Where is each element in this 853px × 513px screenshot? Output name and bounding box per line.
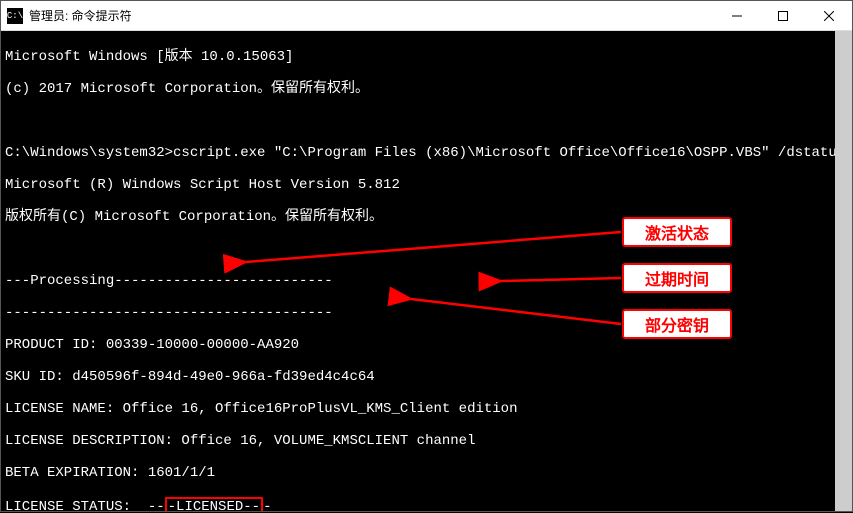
callout-activation-status: 激活状态 [622,217,732,247]
cmd-icon: C:\ [7,8,23,24]
output-line: (c) 2017 Microsoft Corporation。保留所有权利。 [5,81,848,97]
output-line: Microsoft (R) Windows Script Host Versio… [5,177,848,193]
scrollbar-thumb[interactable] [835,31,852,511]
license-status-label: LICENSE STATUS: -- [5,499,165,511]
cmd-window: C:\ 管理员: 命令提示符 Microsoft Windows [版本 10.… [0,0,853,512]
output-line: SKU ID: d450596f-894d-49e0-966a-fd39ed4c… [5,369,848,385]
minimize-button[interactable] [714,1,760,30]
output-line: Microsoft Windows [版本 10.0.15063] [5,49,848,65]
output-line: LICENSE NAME: Office 16, Office16ProPlus… [5,401,848,417]
output-line: LICENSE STATUS: ---LICENSED--- [5,497,848,511]
license-status-value: -LICENSED-- [165,497,263,511]
output-line: C:\Windows\system32>cscript.exe "C:\Prog… [5,145,848,161]
output-line [5,113,848,129]
vertical-scrollbar[interactable] [835,31,852,511]
maximize-button[interactable] [760,1,806,30]
output-line: LICENSE DESCRIPTION: Office 16, VOLUME_K… [5,433,848,449]
window-title: 管理员: 命令提示符 [29,7,714,24]
callout-expiry-time: 过期时间 [622,263,732,293]
window-buttons [714,1,852,30]
output-line: PRODUCT ID: 00339-10000-00000-AA920 [5,337,848,353]
callout-partial-key: 部分密钥 [622,309,732,339]
close-button[interactable] [806,1,852,30]
output-line: BETA EXPIRATION: 1601/1/1 [5,465,848,481]
text: - [263,499,271,511]
titlebar[interactable]: C:\ 管理员: 命令提示符 [1,1,852,31]
